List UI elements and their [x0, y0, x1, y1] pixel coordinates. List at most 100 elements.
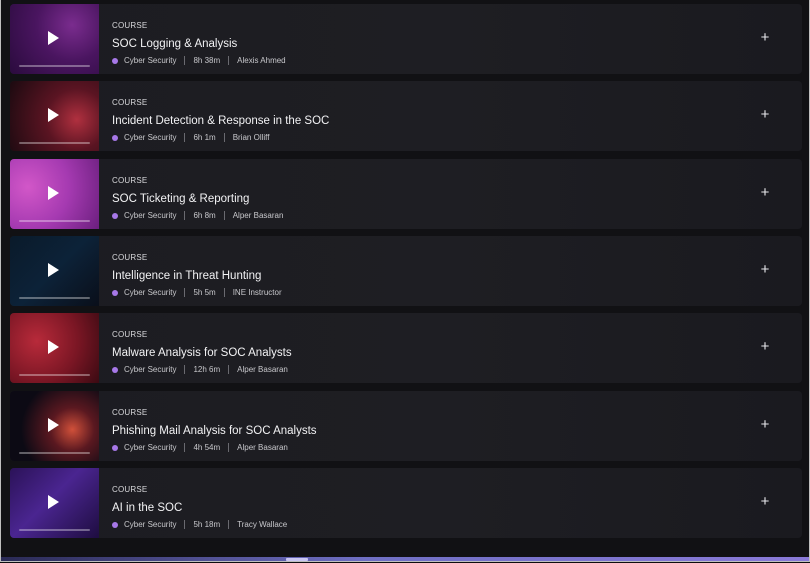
course-instructor: Tracy Wallace	[237, 520, 288, 529]
course-instructor: Alexis Ahmed	[237, 56, 286, 65]
course-category: Cyber Security	[124, 133, 177, 142]
course-instructor: Alper Basaran	[232, 211, 284, 220]
progress-bar	[19, 374, 90, 376]
progress-bar	[19, 529, 90, 531]
play-icon[interactable]	[48, 418, 59, 432]
plus-icon[interactable]: +	[758, 262, 772, 277]
course-duration: 4h 54m	[193, 443, 221, 452]
meta-divider	[184, 133, 186, 142]
play-icon[interactable]	[48, 108, 59, 122]
course-card[interactable]: COURSE Incident Detection & Response in …	[10, 81, 802, 151]
course-thumbnail[interactable]	[10, 313, 99, 383]
category-dot-icon	[112, 212, 118, 219]
play-icon[interactable]	[48, 495, 59, 509]
course-meta: Cyber Security 5h 5m INE Instructor	[112, 288, 282, 297]
meta-divider	[184, 443, 186, 452]
course-meta: Cyber Security 6h 8m Alper Basaran	[112, 211, 283, 220]
meta-divider	[184, 56, 186, 65]
course-thumbnail[interactable]	[10, 4, 99, 74]
course-type-label: COURSE	[112, 176, 148, 185]
course-title[interactable]: AI in the SOC	[112, 502, 182, 514]
meta-divider	[228, 56, 230, 65]
meta-divider	[228, 365, 230, 374]
course-title[interactable]: Incident Detection & Response in the SOC	[112, 115, 329, 127]
course-meta: Cyber Security 12h 6m Alper Basaran	[112, 365, 288, 374]
course-type-label: COURSE	[112, 253, 148, 262]
course-duration: 12h 6m	[193, 365, 221, 374]
course-instructor: Brian Olliff	[232, 133, 270, 142]
play-icon[interactable]	[48, 186, 59, 200]
course-title[interactable]: Phishing Mail Analysis for SOC Analysts	[112, 425, 317, 437]
course-meta: Cyber Security 8h 38m Alexis Ahmed	[112, 56, 286, 65]
course-category: Cyber Security	[124, 520, 177, 529]
course-card[interactable]: COURSE Malware Analysis for SOC Analysts…	[10, 313, 802, 383]
meta-divider	[223, 133, 225, 142]
horizontal-scrollbar[interactable]	[1, 557, 809, 561]
play-icon[interactable]	[48, 31, 59, 45]
course-category: Cyber Security	[124, 56, 177, 65]
course-thumbnail[interactable]	[10, 159, 99, 229]
course-list-page: COURSE SOC Logging & Analysis Cyber Secu…	[0, 0, 810, 562]
course-type-label: COURSE	[112, 408, 148, 417]
progress-bar	[19, 65, 90, 67]
course-thumbnail[interactable]	[10, 391, 99, 461]
plus-icon[interactable]: +	[758, 494, 772, 509]
course-type-label: COURSE	[112, 330, 148, 339]
course-duration: 8h 38m	[193, 56, 221, 65]
play-icon[interactable]	[48, 263, 59, 277]
category-dot-icon	[112, 366, 118, 373]
play-icon[interactable]	[48, 340, 59, 354]
course-thumbnail[interactable]	[10, 81, 99, 151]
scrollbar-thumb[interactable]	[286, 558, 308, 561]
plus-icon[interactable]: +	[758, 417, 772, 432]
course-instructor: INE Instructor	[232, 288, 282, 297]
category-dot-icon	[112, 134, 118, 141]
meta-divider	[184, 520, 186, 529]
course-thumbnail[interactable]	[10, 468, 99, 538]
course-card[interactable]: COURSE Phishing Mail Analysis for SOC An…	[10, 391, 802, 461]
meta-divider	[184, 288, 186, 297]
category-dot-icon	[112, 57, 118, 64]
meta-divider	[223, 211, 225, 220]
meta-divider	[184, 211, 186, 220]
course-duration: 6h 1m	[193, 133, 216, 142]
course-card[interactable]: COURSE SOC Ticketing & Reporting Cyber S…	[10, 159, 802, 229]
meta-divider	[228, 443, 230, 452]
course-category: Cyber Security	[124, 365, 177, 374]
course-duration: 5h 18m	[193, 520, 221, 529]
course-category: Cyber Security	[124, 443, 177, 452]
meta-divider	[184, 365, 186, 374]
meta-divider	[228, 520, 230, 529]
category-dot-icon	[112, 444, 118, 451]
plus-icon[interactable]: +	[758, 107, 772, 122]
category-dot-icon	[112, 521, 118, 528]
plus-icon[interactable]: +	[758, 30, 772, 45]
course-type-label: COURSE	[112, 21, 148, 30]
category-dot-icon	[112, 289, 118, 296]
progress-bar	[19, 297, 90, 299]
course-title[interactable]: Intelligence in Threat Hunting	[112, 270, 261, 282]
course-instructor: Alper Basaran	[237, 443, 288, 452]
course-category: Cyber Security	[124, 288, 177, 297]
course-meta: Cyber Security 5h 18m Tracy Wallace	[112, 520, 287, 529]
plus-icon[interactable]: +	[758, 185, 772, 200]
course-duration: 6h 8m	[193, 211, 216, 220]
course-title[interactable]: Malware Analysis for SOC Analysts	[112, 347, 292, 359]
course-card[interactable]: COURSE SOC Logging & Analysis Cyber Secu…	[10, 4, 802, 74]
course-thumbnail[interactable]	[10, 236, 99, 306]
course-title[interactable]: SOC Logging & Analysis	[112, 38, 237, 50]
plus-icon[interactable]: +	[758, 339, 772, 354]
course-meta: Cyber Security 4h 54m Alper Basaran	[112, 443, 288, 452]
course-type-label: COURSE	[112, 98, 148, 107]
course-meta: Cyber Security 6h 1m Brian Olliff	[112, 133, 269, 142]
course-card[interactable]: COURSE Intelligence in Threat Hunting Cy…	[10, 236, 802, 306]
meta-divider	[223, 288, 225, 297]
course-card[interactable]: COURSE AI in the SOC Cyber Security 5h 1…	[10, 468, 802, 538]
course-category: Cyber Security	[124, 211, 177, 220]
progress-bar	[19, 142, 90, 144]
course-title[interactable]: SOC Ticketing & Reporting	[112, 193, 249, 205]
progress-bar	[19, 220, 90, 222]
course-duration: 5h 5m	[193, 288, 216, 297]
course-instructor: Alper Basaran	[237, 365, 288, 374]
progress-bar	[19, 452, 90, 454]
